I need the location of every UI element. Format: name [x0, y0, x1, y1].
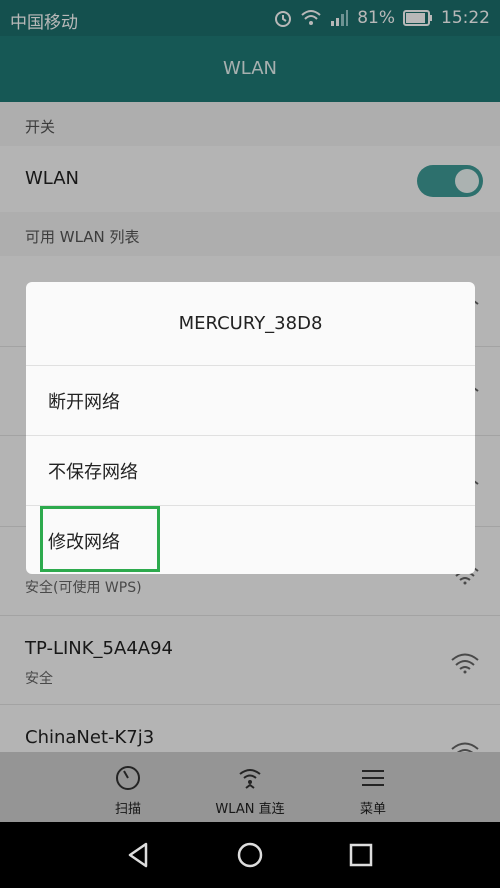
disconnect-option[interactable]: 断开网络: [26, 366, 475, 436]
back-icon[interactable]: [124, 840, 154, 870]
home-icon[interactable]: [235, 840, 265, 870]
dialog-title: MERCURY_38D8: [178, 313, 323, 334]
option-label: 不保存网络: [48, 462, 138, 483]
forget-network-option[interactable]: 不保存网络: [26, 436, 475, 506]
highlight-box: [40, 506, 160, 572]
system-nav-bar: [0, 822, 500, 888]
option-label: 断开网络: [48, 392, 120, 413]
recents-icon[interactable]: [346, 840, 376, 870]
